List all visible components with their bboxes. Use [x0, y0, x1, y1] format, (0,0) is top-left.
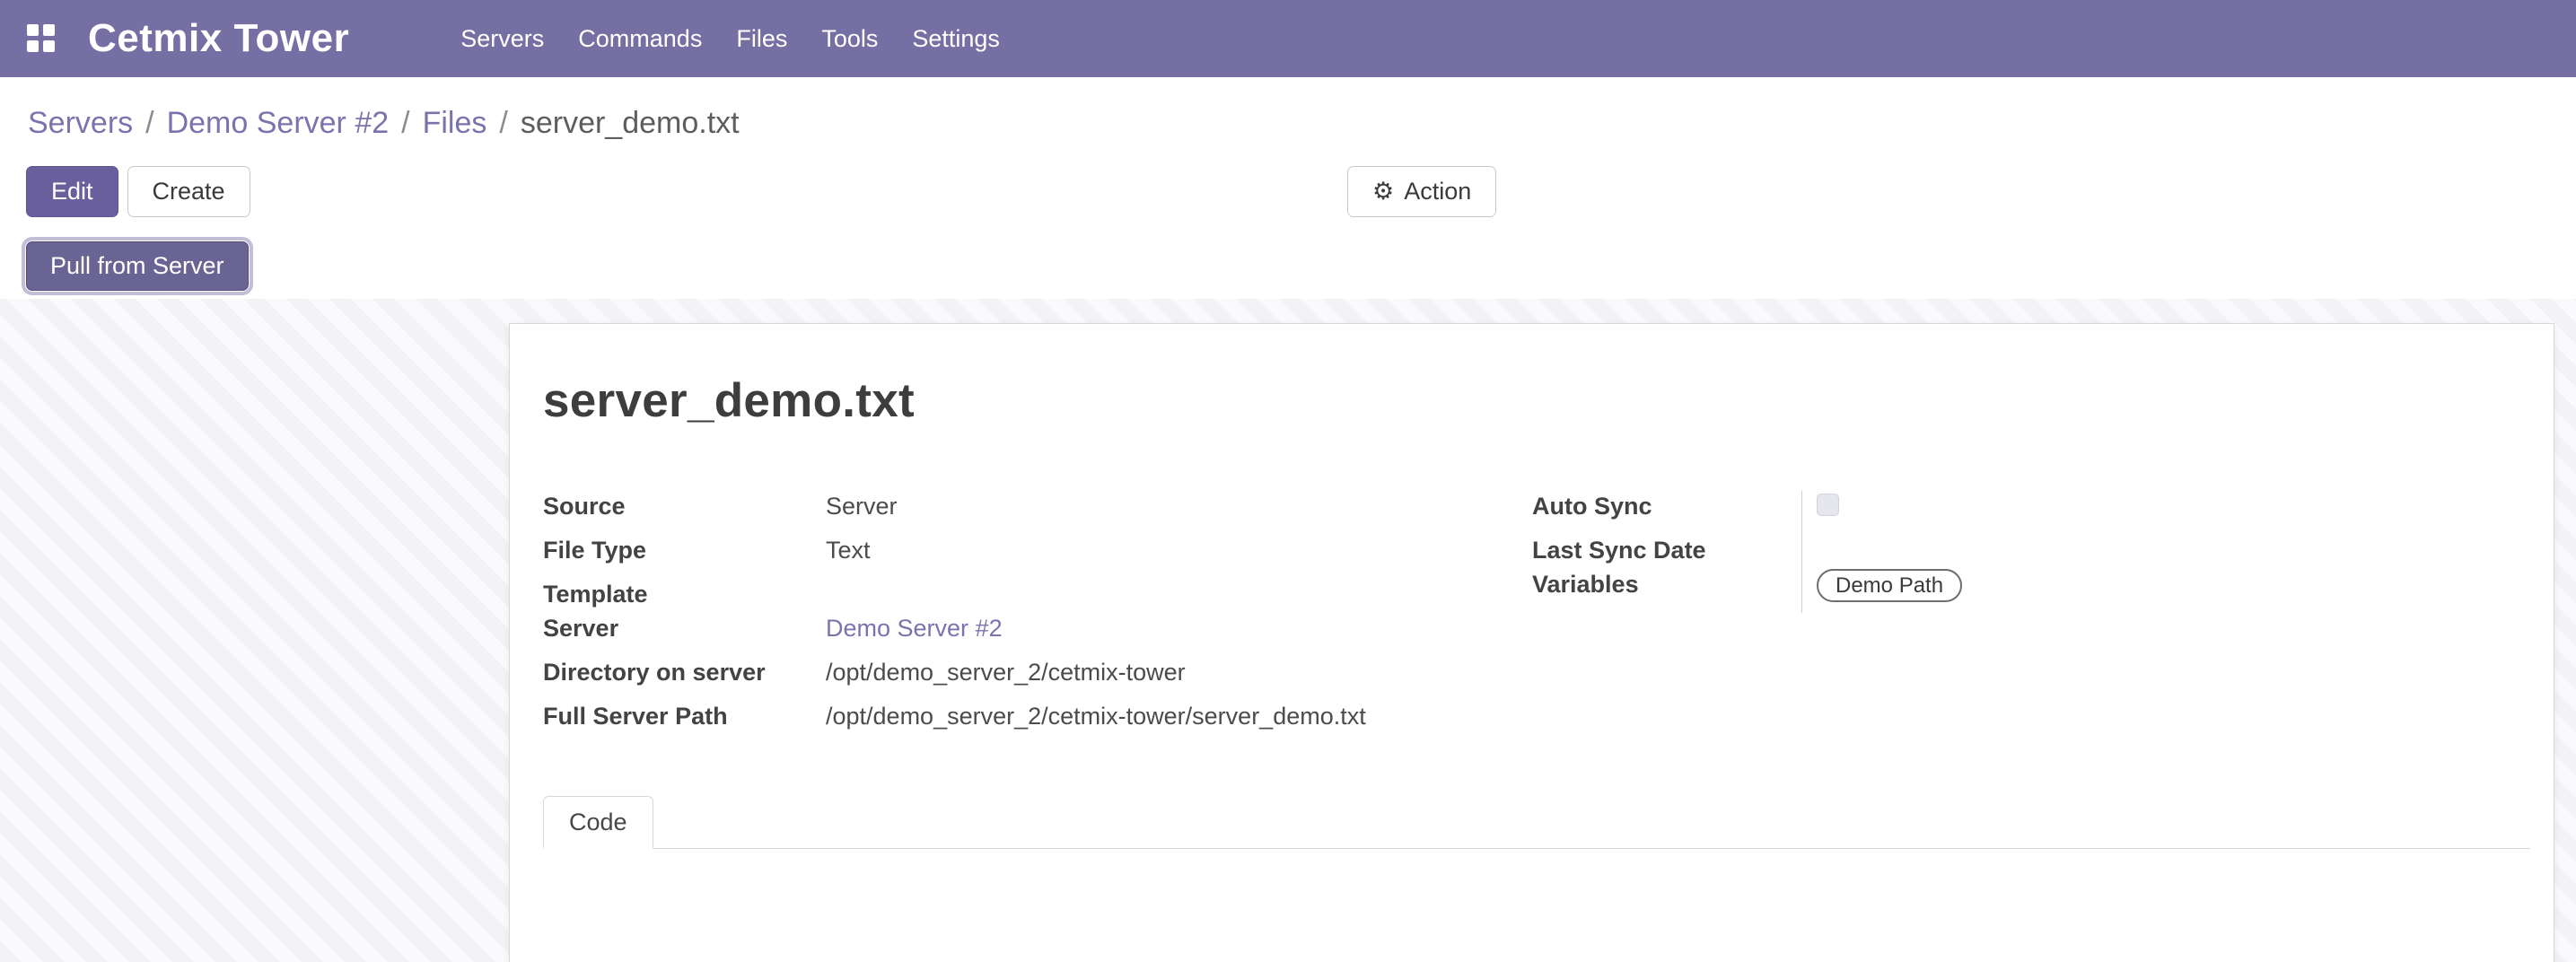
field-value-last-sync-date [1801, 535, 2340, 569]
field-value-source: Server [826, 491, 1503, 535]
menu-item-commands[interactable]: Commands [561, 0, 719, 77]
apps-grid-icon[interactable] [27, 24, 56, 53]
field-label-source: Source [543, 491, 826, 535]
apps-grid-square [43, 40, 55, 52]
gear-icon: ⚙ [1372, 179, 1394, 204]
action-button-label: Action [1404, 178, 1471, 206]
left-field-group: Source Server File Type Text Template Se… [543, 491, 1503, 745]
field-value-directory: /opt/demo_server_2/cetmix-tower [826, 657, 1503, 701]
breadcrumb: Servers / Demo Server #2 / Files / serve… [28, 106, 740, 141]
field-value-template [826, 579, 1503, 613]
record-title: server_demo.txt [543, 373, 2554, 428]
content-background: server_demo.txt Source Server File Type … [0, 299, 2576, 962]
field-value-auto-sync [1801, 491, 2340, 535]
notebook-divider [543, 848, 2530, 849]
field-value-server: Demo Server #2 [826, 613, 1503, 657]
edit-button[interactable]: Edit [26, 166, 118, 217]
main-menu: Servers Commands Files Tools Settings [443, 0, 1017, 77]
server-record-link[interactable]: Demo Server #2 [826, 615, 1003, 642]
menu-item-tools[interactable]: Tools [804, 0, 895, 77]
pull-from-server-button[interactable]: Pull from Server [26, 241, 249, 291]
create-button[interactable]: Create [127, 166, 250, 217]
apps-grid-square [27, 24, 39, 36]
field-label-variables: Variables [1532, 569, 1801, 613]
field-value-file-type: Text [826, 535, 1503, 579]
app-brand[interactable]: Cetmix Tower [88, 16, 349, 61]
breadcrumb-current: server_demo.txt [521, 106, 740, 141]
breadcrumb-separator: / [401, 106, 409, 141]
right-field-group: Auto Sync Last Sync Date Variables Demo … [1532, 491, 2340, 613]
menu-item-servers[interactable]: Servers [443, 0, 561, 77]
field-label-full-server-path: Full Server Path [543, 701, 826, 745]
form-buttons: Edit Create [26, 166, 250, 217]
breadcrumb-separator: / [499, 106, 507, 141]
tab-code[interactable]: Code [543, 796, 653, 849]
menu-item-files[interactable]: Files [719, 0, 804, 77]
apps-grid-square [27, 40, 39, 52]
breadcrumb-link-demo-server[interactable]: Demo Server #2 [167, 106, 390, 141]
field-label-auto-sync: Auto Sync [1532, 491, 1801, 535]
action-button[interactable]: ⚙ Action [1347, 166, 1496, 217]
breadcrumb-link-servers[interactable]: Servers [28, 106, 133, 141]
field-label-server: Server [543, 613, 826, 657]
control-panel: Servers / Demo Server #2 / Files / serve… [0, 77, 2576, 299]
breadcrumb-link-files[interactable]: Files [423, 106, 487, 141]
field-label-last-sync-date: Last Sync Date [1532, 535, 1801, 569]
top-navbar: Cetmix Tower Servers Commands Files Tool… [0, 0, 2576, 77]
auto-sync-checkbox[interactable] [1817, 494, 1839, 516]
field-label-template: Template [543, 579, 826, 613]
field-value-variables: Demo Path [1801, 569, 2340, 613]
field-value-full-server-path: /opt/demo_server_2/cetmix-tower/server_d… [826, 701, 1503, 745]
breadcrumb-separator: / [145, 106, 153, 141]
field-label-directory: Directory on server [543, 657, 826, 701]
menu-item-settings[interactable]: Settings [895, 0, 1017, 77]
field-label-file-type: File Type [543, 535, 826, 579]
apps-grid-square [43, 24, 55, 36]
variable-tag: Demo Path [1817, 569, 1962, 602]
form-sheet: server_demo.txt Source Server File Type … [509, 323, 2554, 962]
